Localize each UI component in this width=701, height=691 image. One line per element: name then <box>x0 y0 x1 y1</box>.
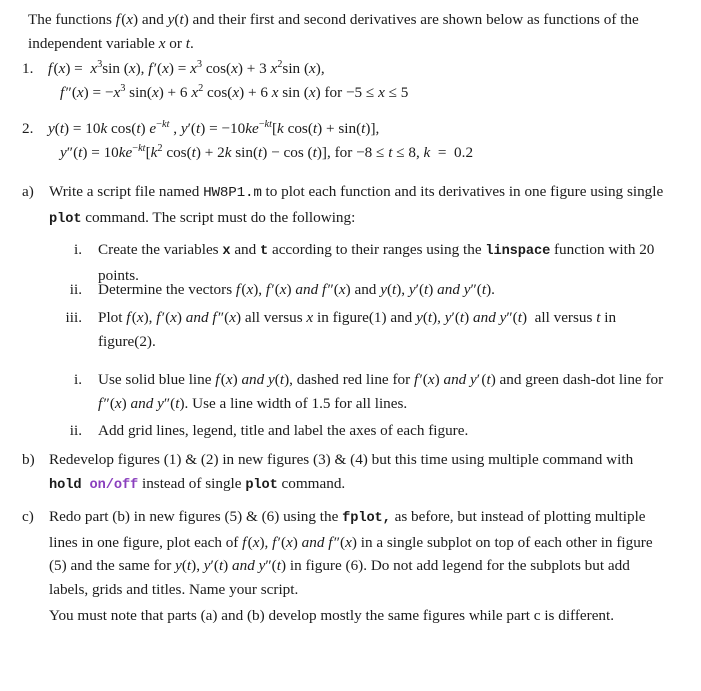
variable-x: x <box>222 244 231 259</box>
part-a-subitem-line-styles-marker: i. <box>73 371 82 388</box>
part-b-marker: b) <box>22 451 35 468</box>
part-b-text-end: command. <box>277 474 346 492</box>
part-a-text-before: Write a script file named <box>49 183 204 200</box>
plot-command: plot <box>49 211 82 227</box>
part-a: a) Write a script file named HW8P1.m to … <box>22 180 670 231</box>
part-a-subitem-iii-marker: iii. <box>65 309 82 326</box>
part-a-subitem-i-marker: i. <box>73 241 82 258</box>
part-c: c) Redo part (b) in new figures (5) & (6… <box>22 505 672 601</box>
variable-t: t <box>260 244 269 259</box>
on-off-command: on/off <box>89 477 139 493</box>
part-a-subitem-iii: iii. Plot f (x), f ′(x) and f ″(x) all v… <box>48 306 668 353</box>
part-a-body: Write a script file named HW8P1.m to plo… <box>49 180 670 231</box>
part-c-body: Redo part (b) in new figures (5) & (6) u… <box>49 508 653 598</box>
part-c-text-before: Redo part (b) in new figures (5) & (6) u… <box>49 508 343 525</box>
part-a-text-end: command. The script must do the followin… <box>81 208 356 226</box>
subitem-i-text-mid2: according to their ranges using the <box>268 241 486 258</box>
part-c-marker: c) <box>22 508 34 525</box>
part-a-subitem-iii-body: Plot f (x), f ′(x) and f ″(x) all versus… <box>98 309 617 350</box>
plot-command-b: plot <box>245 477 278 493</box>
part-b-body: Redevelop figures (1) & (2) in new figur… <box>49 448 670 497</box>
equation-item-2: 2. y(t) = 10k cos(t) e−kt , y′(t) = −10k… <box>22 117 672 164</box>
part-a-subitem-line-styles-body: Use solid blue line f (x) and y(t), dash… <box>98 371 664 412</box>
part-b-text-mid: instead of single <box>138 474 246 492</box>
equation-item-1-marker: 1. <box>22 60 34 77</box>
part-a-subitem-line-styles: i. Use solid blue line f (x) and y(t), d… <box>48 368 668 415</box>
hold-command: hold <box>49 477 82 493</box>
part-a-subitem-ii: ii. Determine the vectors f (x), f ′(x) … <box>48 278 668 302</box>
part-a-subitem-ii-marker: ii. <box>69 281 82 298</box>
part-b: b) Redevelop figures (1) & (2) in new fi… <box>22 448 670 497</box>
part-a-subitem-grid-body: Add grid lines, legend, title and label … <box>98 422 469 439</box>
part-b-text-before: Redevelop figures (1) & (2) in new figur… <box>49 451 634 468</box>
equation-item-1-body: f (x) = x3sin (x), f ′(x) = x3 cos(x) + … <box>48 58 409 101</box>
part-a-marker: a) <box>22 183 34 200</box>
linspace-function: linspace <box>485 244 551 259</box>
equation-item-2-body: y(t) = 10k cos(t) e−kt , y′(t) = −10ke−k… <box>48 118 474 161</box>
fplot-command: fplot, <box>342 511 391 526</box>
subitem-i-text-before: Create the variables <box>98 241 223 258</box>
closing-note: You must note that parts (a) and (b) dev… <box>49 607 615 624</box>
part-a-subitem-ii-body: Determine the vectors f (x), f ′(x) and … <box>98 281 495 298</box>
part-a-subitem-grid-marker: ii. <box>69 422 82 439</box>
subitem-i-text-mid1: and <box>230 241 261 258</box>
equation-item-2-marker: 2. <box>22 120 34 137</box>
equation-item-1: 1. f (x) = x3sin (x), f ′(x) = x3 cos(x)… <box>22 57 672 104</box>
script-name: HW8P1.m <box>203 185 262 201</box>
part-a-subitem-grid: ii. Add grid lines, legend, title and la… <box>48 419 668 443</box>
intro-paragraph: The functions f (x) and y(t) and their f… <box>28 11 639 52</box>
document-page: The functions f (x) and y(t) and their f… <box>0 0 701 691</box>
part-a-text-after: to plot each function and its derivative… <box>261 183 664 200</box>
